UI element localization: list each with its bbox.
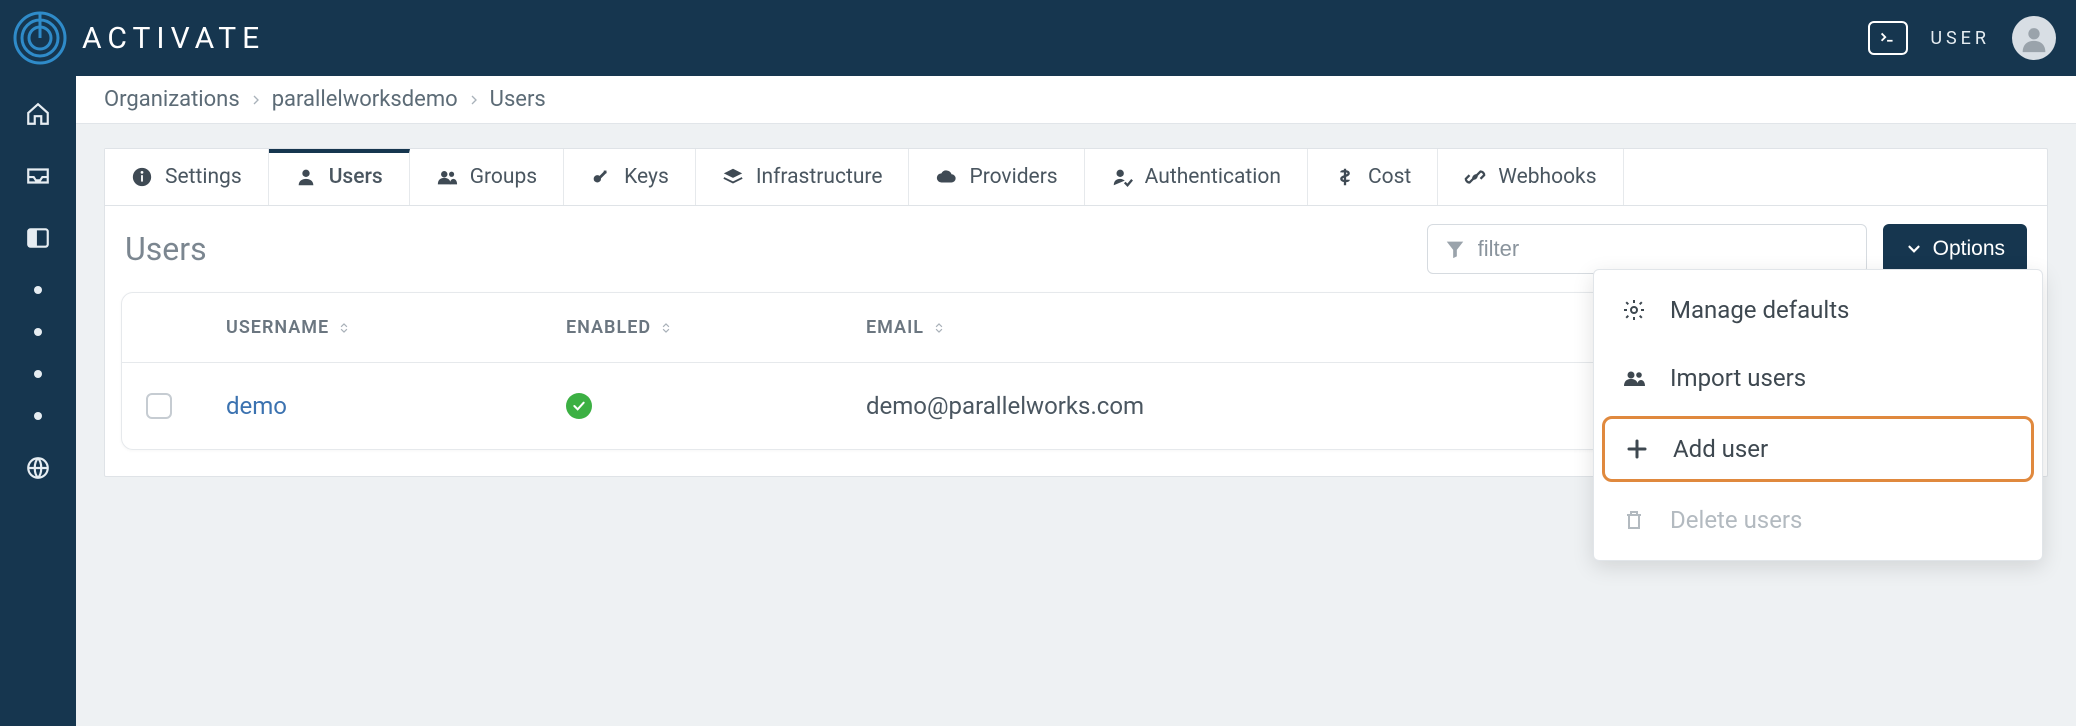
tab-infrastructure[interactable]: Infrastructure <box>696 149 910 205</box>
main-area: Organizations parallelworksdemo Users Se… <box>76 76 2076 726</box>
tab-label: Groups <box>470 165 537 189</box>
tab-label: Cost <box>1368 165 1411 189</box>
tab-label: Providers <box>969 165 1057 189</box>
filter-input[interactable] <box>1478 236 1850 262</box>
chevron-down-icon <box>1905 240 1923 258</box>
users-icon <box>1620 366 1648 390</box>
tab-label: Webhooks <box>1498 165 1596 189</box>
brand-logo-icon <box>12 10 68 66</box>
breadcrumb-item[interactable]: Users <box>490 87 546 112</box>
sidebar-dot-2[interactable] <box>34 328 42 336</box>
menu-label: Add user <box>1673 435 1768 463</box>
tab-groups[interactable]: Groups <box>410 149 564 205</box>
sidebar-globe-icon[interactable] <box>24 454 52 482</box>
tab-label: Settings <box>165 165 242 189</box>
options-dropdown: Manage defaults Import users Add user De… <box>1593 269 2043 561</box>
user-check-icon <box>1111 166 1133 188</box>
menu-label: Delete users <box>1670 506 1802 534</box>
tab-cost[interactable]: Cost <box>1308 149 1438 205</box>
user-avatar[interactable] <box>2012 16 2056 60</box>
enabled-badge <box>566 393 592 419</box>
sidebar-inbox-icon[interactable] <box>24 162 52 190</box>
brand-name: ACTIVATE <box>82 21 265 56</box>
menu-label: Import users <box>1670 364 1806 392</box>
cloud-icon <box>935 166 957 188</box>
sort-icon <box>659 321 673 335</box>
menu-add-user[interactable]: Add user <box>1602 416 2034 482</box>
sidebar-home-icon[interactable] <box>24 100 52 128</box>
terminal-button[interactable] <box>1868 21 1908 55</box>
gear-icon <box>1620 298 1648 322</box>
tab-authentication[interactable]: Authentication <box>1085 149 1308 205</box>
sidebar-dot-1[interactable] <box>34 286 42 294</box>
user-menu-label[interactable]: USER <box>1930 28 1990 49</box>
funnel-icon <box>1444 238 1466 260</box>
tab-settings[interactable]: Settings <box>105 149 269 205</box>
menu-manage-defaults[interactable]: Manage defaults <box>1594 276 2042 344</box>
plus-icon <box>1623 437 1651 461</box>
top-nav: ACTIVATE USER <box>0 0 2076 76</box>
options-button[interactable]: Options <box>1883 224 2027 274</box>
column-enabled[interactable]: ENABLED <box>566 317 866 338</box>
chevron-right-icon <box>248 92 264 108</box>
tab-label: Keys <box>624 165 669 189</box>
tab-label: Users <box>329 165 383 189</box>
filter-box[interactable] <box>1427 224 1867 274</box>
sidebar <box>0 76 76 726</box>
chevron-right-icon <box>466 92 482 108</box>
menu-label: Manage defaults <box>1670 296 1849 324</box>
panel-title: Users <box>125 230 207 268</box>
breadcrumb-item[interactable]: parallelworksdemo <box>272 87 458 112</box>
sidebar-dot-3[interactable] <box>34 370 42 378</box>
tab-label: Authentication <box>1145 165 1281 189</box>
info-icon <box>131 166 153 188</box>
brand: ACTIVATE <box>12 10 265 66</box>
sort-icon <box>337 321 351 335</box>
link-icon <box>1464 166 1486 188</box>
trash-icon <box>1620 508 1648 532</box>
tab-providers[interactable]: Providers <box>909 149 1084 205</box>
main-panel: Settings Users Groups Keys Infrastructur… <box>104 148 2048 477</box>
dollar-icon <box>1334 166 1356 188</box>
tab-keys[interactable]: Keys <box>564 149 696 205</box>
top-right: USER <box>1868 16 2056 60</box>
menu-import-users[interactable]: Import users <box>1594 344 2042 412</box>
users-icon <box>436 166 458 188</box>
menu-delete-users: Delete users <box>1594 486 2042 554</box>
breadcrumbs: Organizations parallelworksdemo Users <box>76 76 2076 124</box>
tab-users[interactable]: Users <box>269 149 410 205</box>
sort-icon <box>932 321 946 335</box>
username-link[interactable]: demo <box>226 392 566 420</box>
tab-label: Infrastructure <box>756 165 883 189</box>
user-icon <box>295 166 317 188</box>
column-username[interactable]: USERNAME <box>226 317 566 338</box>
sidebar-panel-icon[interactable] <box>24 224 52 252</box>
sidebar-dot-4[interactable] <box>34 412 42 420</box>
row-checkbox[interactable] <box>146 393 172 419</box>
breadcrumb-item[interactable]: Organizations <box>104 87 240 112</box>
tabs: Settings Users Groups Keys Infrastructur… <box>105 149 2047 206</box>
options-label: Options <box>1933 237 2005 261</box>
layers-icon <box>722 166 744 188</box>
key-icon <box>590 166 612 188</box>
tab-webhooks[interactable]: Webhooks <box>1438 149 1623 205</box>
